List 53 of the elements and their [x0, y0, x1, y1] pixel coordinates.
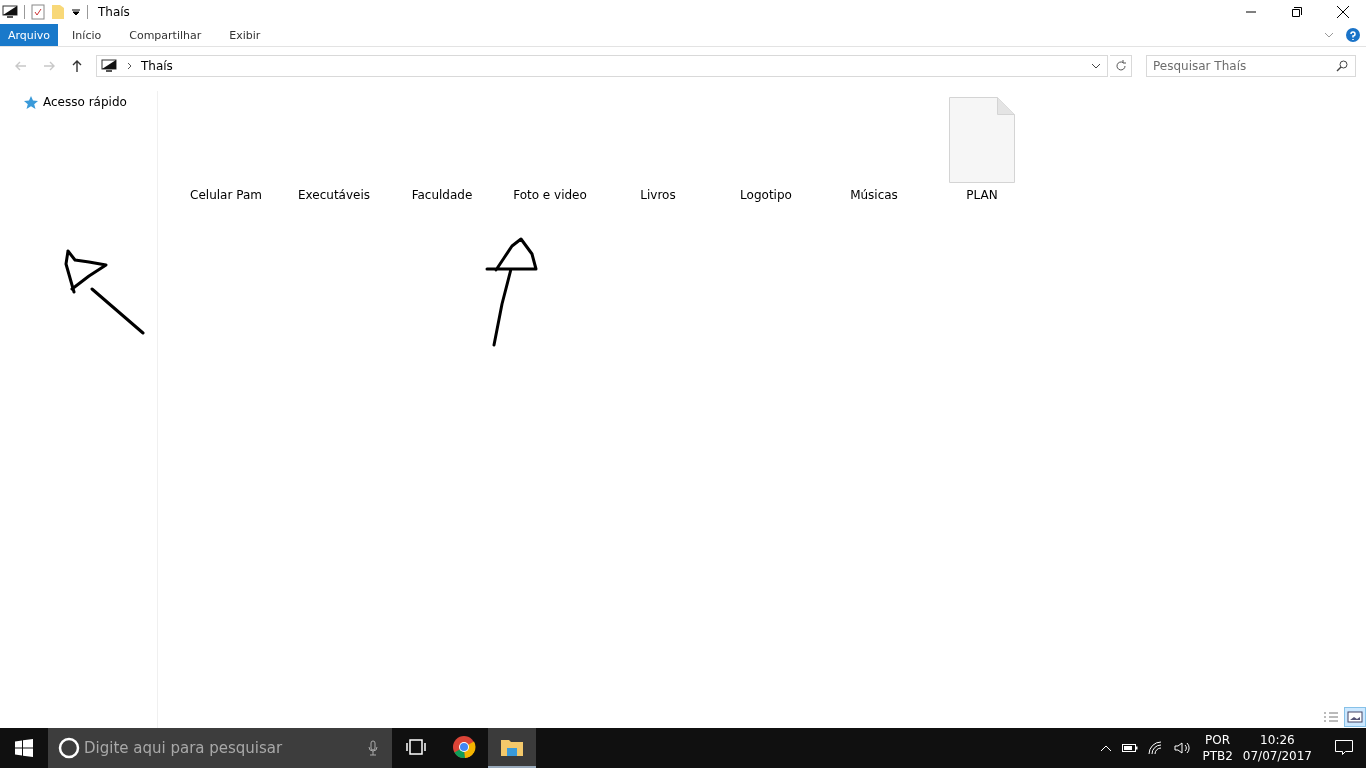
refresh-button[interactable]	[1110, 55, 1132, 77]
speech-bubble-icon	[1335, 740, 1353, 756]
help-icon[interactable]	[1346, 28, 1360, 42]
large-icons-view-button[interactable]	[1344, 707, 1366, 727]
properties-icon[interactable]	[31, 4, 45, 20]
search-icon	[1336, 60, 1348, 72]
address-path[interactable]: Thaís	[141, 59, 173, 73]
language-indicator[interactable]: POR PTB2	[1202, 732, 1233, 764]
sidebar-item[interactable]: Acesso rápido	[43, 95, 127, 109]
ribbon-tab[interactable]: Exibir	[215, 24, 275, 46]
folder-name[interactable]: Executáveis	[298, 188, 370, 202]
speaker-icon[interactable]	[1174, 741, 1193, 755]
folder-name[interactable]: Foto e video	[513, 188, 587, 202]
windows-logo-icon	[15, 739, 33, 757]
back-arrow-icon	[14, 59, 28, 73]
folder-icon	[500, 737, 524, 757]
task-view-icon	[406, 739, 426, 755]
battery-icon[interactable]	[1122, 743, 1139, 753]
circle-icon	[58, 737, 80, 759]
ribbon-tab[interactable]: Início	[58, 24, 116, 46]
keyboard-layout: PTB2	[1202, 748, 1233, 764]
restore-icon	[1292, 7, 1302, 17]
folder-name[interactable]: Logotipo	[740, 188, 792, 202]
expand-ribbon-icon[interactable]	[1324, 32, 1334, 38]
folder-name[interactable]: Músicas	[850, 188, 898, 202]
taskbar-app-button[interactable]	[488, 728, 536, 768]
large-icons-view-icon	[1347, 711, 1363, 723]
show-hidden-icons-button[interactable]	[1100, 744, 1113, 752]
window-title: Thaís	[98, 5, 130, 19]
folder-name[interactable]: Livros	[640, 188, 676, 202]
file-tab[interactable]: Arquivo	[0, 24, 59, 46]
search-field[interactable]: Pesquisar Thaís	[1146, 55, 1356, 77]
date: 07/07/2017	[1242, 748, 1312, 764]
language-code: POR	[1205, 732, 1231, 748]
refresh-icon	[1114, 60, 1127, 72]
address-bar[interactable]: Thaís	[96, 55, 1108, 77]
folder-name[interactable]: Celular Pam	[190, 188, 262, 202]
ribbon-tab[interactable]: Compartilhar	[115, 24, 216, 46]
microphone-icon[interactable]	[368, 740, 378, 756]
taskbar-search-field[interactable]: Digite aqui para pesquisar	[48, 728, 392, 768]
clock[interactable]: 10:26 07/07/2017	[1242, 732, 1312, 764]
monitor-icon	[101, 59, 117, 73]
caret-icon[interactable]	[1091, 63, 1101, 69]
close-icon	[1337, 6, 1349, 18]
browser-icon	[452, 735, 476, 759]
forward-arrow-icon	[42, 59, 56, 73]
time: 10:26	[1260, 732, 1295, 748]
folder-name[interactable]: Faculdade	[411, 188, 473, 202]
star-icon	[24, 95, 38, 109]
file-name[interactable]: PLAN	[966, 188, 998, 202]
details-view-icon	[1323, 711, 1339, 723]
dropdown-icon[interactable]	[71, 7, 81, 17]
up-arrow-icon	[70, 59, 84, 73]
